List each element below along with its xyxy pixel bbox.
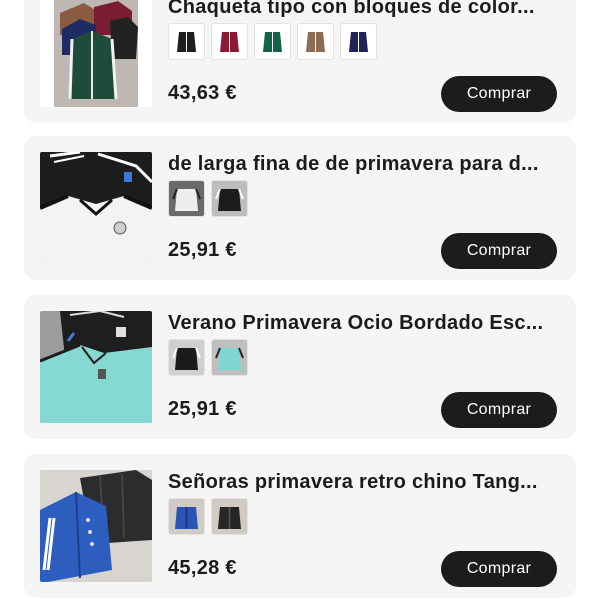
buy-button[interactable]: Comprar: [441, 392, 557, 428]
variant-thumbnail[interactable]: [168, 498, 205, 535]
variant-thumbnail[interactable]: [211, 339, 248, 376]
product-card[interactable]: Señoras primavera retro chino Tang... 45…: [24, 454, 576, 598]
buy-button[interactable]: Comprar: [441, 551, 557, 587]
product-title[interactable]: de larga fina de de primavera para d...: [168, 151, 560, 177]
variant-thumbnail[interactable]: [254, 23, 291, 60]
variant-thumbnail[interactable]: [211, 23, 248, 60]
variant-thumbnails: [168, 23, 377, 60]
variant-thumbnail[interactable]: [168, 180, 205, 217]
product-image[interactable]: [40, 470, 152, 582]
variant-thumbnail[interactable]: [211, 498, 248, 535]
product-price: 25,91 €: [168, 398, 237, 420]
product-card[interactable]: Verano Primavera Ocio Bordado Esc... 25,…: [24, 295, 576, 439]
variant-thumbnail[interactable]: [168, 339, 205, 376]
product-price: 45,28 €: [168, 557, 237, 579]
product-price: 43,63 €: [168, 82, 237, 104]
product-card[interactable]: Chaqueta tipo con bloques de color... 43…: [24, 0, 576, 123]
product-title[interactable]: Señoras primavera retro chino Tang...: [168, 469, 560, 495]
product-image[interactable]: [40, 0, 152, 107]
variant-thumbnail[interactable]: [168, 23, 205, 60]
buy-button[interactable]: Comprar: [441, 76, 557, 112]
product-image[interactable]: [40, 152, 152, 264]
product-image[interactable]: [40, 311, 152, 423]
buy-button[interactable]: Comprar: [441, 233, 557, 269]
product-card[interactable]: de larga fina de de primavera para d... …: [24, 136, 576, 280]
variant-thumbnails: [168, 498, 248, 535]
product-title[interactable]: Chaqueta tipo con bloques de color...: [168, 0, 560, 20]
product-list: Chaqueta tipo con bloques de color... 43…: [0, 0, 600, 600]
product-price: 25,91 €: [168, 239, 237, 261]
variant-thumbnail[interactable]: [297, 23, 334, 60]
variant-thumbnails: [168, 339, 248, 376]
product-title[interactable]: Verano Primavera Ocio Bordado Esc...: [168, 310, 560, 336]
variant-thumbnail[interactable]: [340, 23, 377, 60]
variant-thumbnails: [168, 180, 248, 217]
variant-thumbnail[interactable]: [211, 180, 248, 217]
